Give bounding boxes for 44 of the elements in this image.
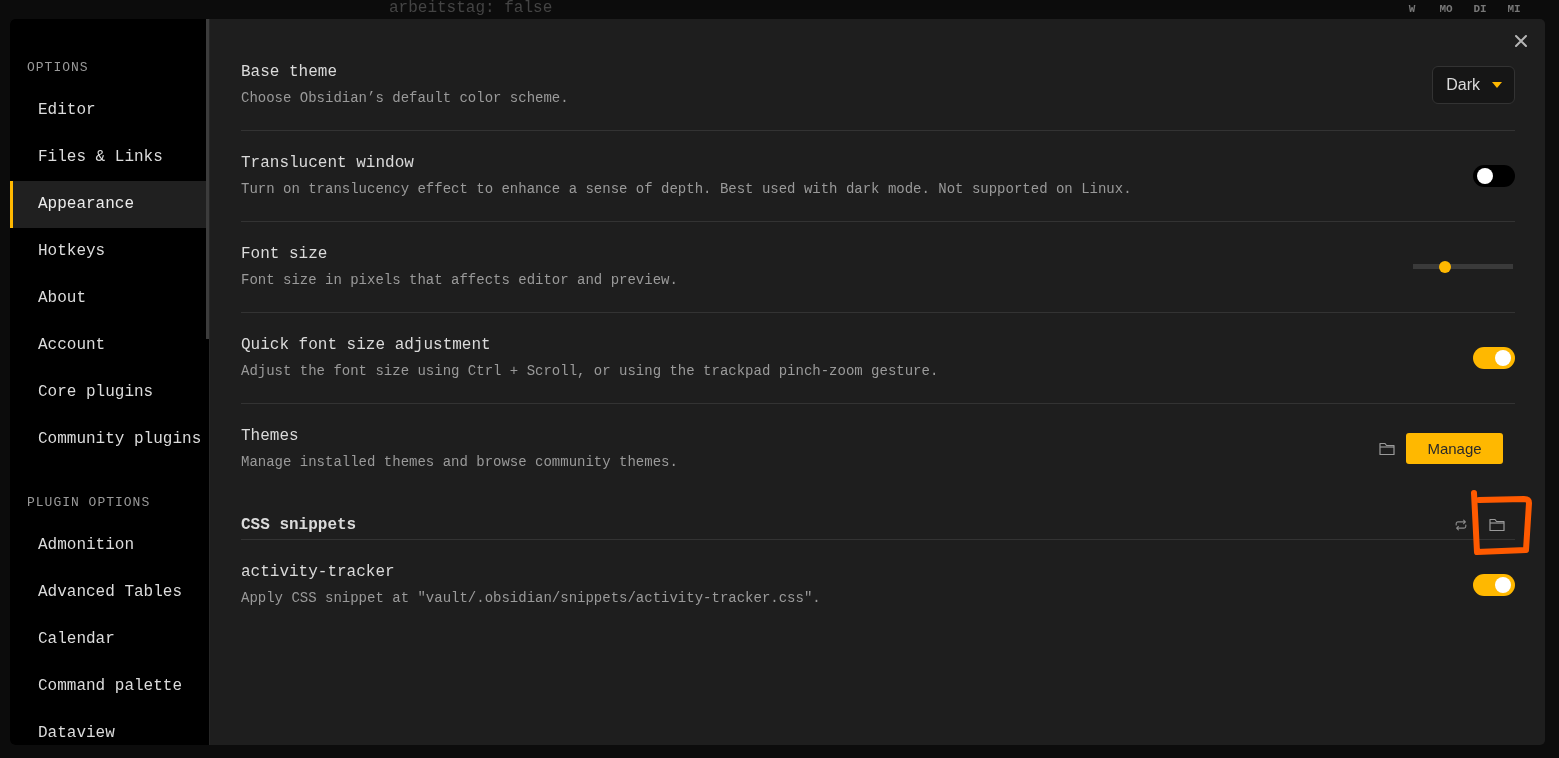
sidebar-item[interactable]: Advanced Tables <box>10 569 209 616</box>
sidebar-item[interactable]: Community plugins <box>10 416 209 463</box>
sidebar-item[interactable]: Command palette <box>10 663 209 710</box>
sidebar-item[interactable]: Appearance <box>10 181 209 228</box>
toggle-switch[interactable] <box>1473 346 1515 369</box>
sidebar-item[interactable]: Calendar <box>10 616 209 663</box>
caret-icon <box>1492 81 1502 88</box>
sidebar-item[interactable]: Hotkeys <box>10 228 209 275</box>
sidebar-item[interactable]: Dataview <box>10 710 209 744</box>
calendar-weekday: W <box>1407 3 1417 16</box>
theme-dropdown[interactable]: Dark <box>1432 65 1515 104</box>
sidebar-item[interactable]: Editor <box>10 87 209 134</box>
setting-name: Base theme <box>241 62 338 83</box>
sidebar-section-title: PLUGIN OPTIONS <box>26 494 152 512</box>
sidebar-item[interactable]: Files & Links <box>10 134 209 181</box>
snippet-name: activity-tracker <box>241 562 396 583</box>
manage-button[interactable]: Manage <box>1406 433 1503 464</box>
setting-description: Font size in pixels that affects editor and preview. <box>241 271 679 290</box>
close-icon[interactable] <box>1515 35 1527 47</box>
setting-description: Choose Obsidian’s default color scheme. <box>241 89 570 108</box>
sidebar-item[interactable]: Admonition <box>10 522 209 569</box>
note-text: arbeitstag: false <box>389 0 553 17</box>
setting-name: Translucent window <box>241 153 415 174</box>
calendar-weekday: MI <box>1506 3 1522 16</box>
slider-thumb[interactable] <box>1439 260 1452 273</box>
setting-description: Turn on translucency effect to enhance a sense of depth. Best used with dark mode. Not supported on Linux. <box>241 180 1133 199</box>
sidebar-item[interactable]: Core plugins <box>10 369 209 416</box>
toggle-switch[interactable] <box>1473 573 1515 596</box>
setting-description: Manage installed themes and browse community themes. <box>241 453 679 472</box>
setting-name: Quick font size adjustment <box>241 335 492 356</box>
sidebar-item[interactable]: Account <box>10 322 209 369</box>
setting-name: Themes <box>241 426 300 447</box>
sidebar-section-title: OPTIONS <box>26 59 90 77</box>
snippet-description: Apply CSS snippet at "vault/.obsidian/snippets/activity-tracker.css". <box>241 589 822 608</box>
sidebar-item[interactable]: About <box>10 275 209 322</box>
setting-name: Font size <box>241 244 329 265</box>
toggle-switch[interactable] <box>1473 164 1515 187</box>
calendar-weekday: DI <box>1472 3 1488 16</box>
refresh-icon[interactable] <box>1453 518 1469 532</box>
section-heading: CSS snippets <box>241 515 358 536</box>
setting-description: Adjust the font size using Ctrl + Scroll, or using the trackpad pinch-zoom gesture. <box>241 362 940 381</box>
folder-icon[interactable] <box>1489 518 1505 532</box>
folder-icon[interactable] <box>1379 441 1395 456</box>
calendar-weekday: MO <box>1438 3 1454 16</box>
